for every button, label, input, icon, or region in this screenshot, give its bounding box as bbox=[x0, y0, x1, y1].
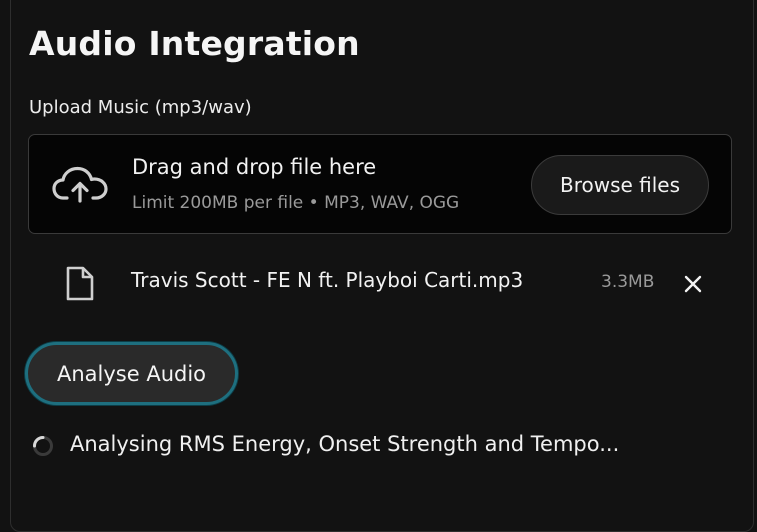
analysis-status: Analysing RMS Energy, Onset Strength and… bbox=[30, 430, 730, 464]
analyse-audio-button[interactable]: Analyse Audio bbox=[25, 342, 238, 405]
file-name: Travis Scott - FE N ft. Playboi Carti.mp… bbox=[131, 268, 524, 292]
cloud-upload-icon bbox=[52, 166, 108, 203]
upload-music-label: Upload Music (mp3/wav) bbox=[29, 97, 252, 118]
spinner-icon bbox=[33, 436, 53, 456]
file-dropzone[interactable]: Drag and drop file here Limit 200MB per … bbox=[28, 134, 732, 234]
dropzone-title: Drag and drop file here bbox=[132, 155, 377, 179]
dropzone-limit-text: Limit 200MB per file • MP3, WAV, OGG bbox=[132, 193, 460, 213]
browse-files-button[interactable]: Browse files bbox=[531, 155, 709, 215]
close-icon[interactable] bbox=[682, 273, 704, 295]
page-title: Audio Integration bbox=[29, 24, 360, 63]
status-text: Analysing RMS Energy, Onset Strength and… bbox=[70, 432, 620, 456]
file-size: 3.3MB bbox=[601, 272, 655, 292]
file-icon bbox=[66, 266, 94, 301]
uploaded-file-row: Travis Scott - FE N ft. Playboi Carti.mp… bbox=[28, 252, 732, 314]
